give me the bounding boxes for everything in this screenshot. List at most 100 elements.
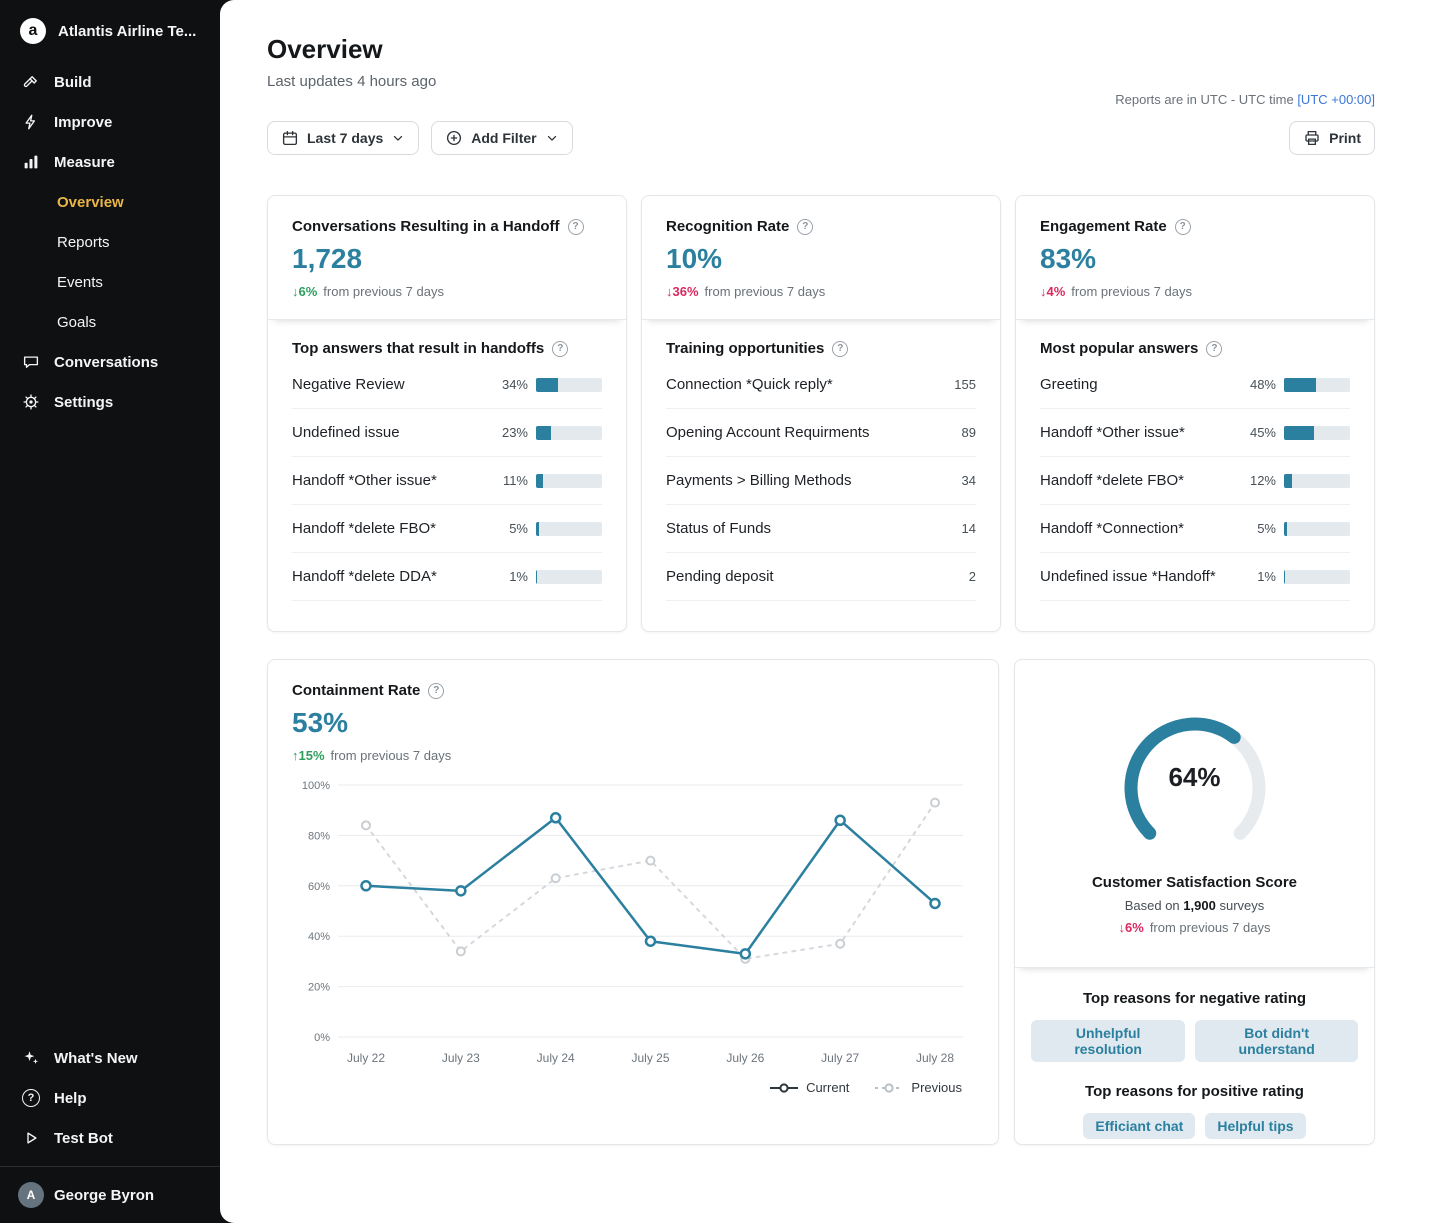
containment-delta: ↑15% — [292, 748, 325, 763]
answer-bar — [1284, 378, 1350, 392]
sidebar-item-label: Reports — [57, 234, 110, 251]
bar-chart-icon — [22, 153, 40, 171]
answer-row: Handoff *delete FBO* 5% — [292, 505, 602, 553]
toolbar: Last 7 days Add Filter Print — [267, 121, 1375, 155]
sidebar-item-reports[interactable]: Reports — [0, 222, 220, 262]
containment-chart-svg: 0%20%40%60%80%100%July 22July 23July 24J… — [292, 773, 976, 1073]
help-icon[interactable] — [797, 219, 813, 235]
training-count: 14 — [962, 521, 976, 536]
sidebar-item-label: Events — [57, 274, 103, 291]
sidebar-item-label: Test Bot — [54, 1130, 113, 1147]
sparkles-icon — [22, 1049, 40, 1067]
answer-bar — [1284, 474, 1350, 488]
sidebar-item-label: Help — [54, 1090, 87, 1107]
legend-current: Current — [770, 1080, 849, 1095]
sidebar-item-measure[interactable]: Measure — [0, 142, 220, 182]
training-row: Payments > Billing Methods 34 — [666, 457, 976, 505]
training-count: 155 — [954, 377, 976, 392]
engagement-card-title: Engagement Rate — [1040, 218, 1167, 235]
training-row: Pending deposit 2 — [666, 553, 976, 601]
answer-bar — [1284, 522, 1350, 536]
sidebar-item-test-bot[interactable]: Test Bot — [0, 1118, 220, 1158]
delta-note: from previous 7 days — [1150, 920, 1271, 935]
user-name: George Byron — [54, 1187, 154, 1204]
training-label: Pending deposit — [666, 568, 961, 585]
training-list: Training opportunities Connection *Quick… — [642, 320, 1000, 631]
answer-label: Handoff *Other issue* — [292, 472, 495, 489]
plus-circle-icon — [445, 129, 463, 147]
legend-previous: Previous — [875, 1080, 962, 1095]
sidebar-item-build[interactable]: Build — [0, 62, 220, 102]
print-button[interactable]: Print — [1289, 121, 1375, 155]
sidebar-item-help[interactable]: Help — [0, 1078, 220, 1118]
training-label: Status of Funds — [666, 520, 954, 537]
legend-label: Previous — [911, 1080, 962, 1095]
reason-tag: Helpful tips — [1205, 1113, 1305, 1139]
last-updated-text: Last updates 4 hours ago — [267, 73, 1375, 90]
sidebar-item-conversations[interactable]: Conversations — [0, 342, 220, 382]
workspace-switcher[interactable]: Atlantis Airline Te... — [0, 12, 220, 62]
sidebar-item-improve[interactable]: Improve — [0, 102, 220, 142]
timezone-link[interactable]: [UTC +00:00] — [1297, 92, 1375, 107]
chart-point[interactable] — [362, 881, 371, 890]
handoff-value: 1,728 — [292, 243, 602, 275]
handoff-card-header: Conversations Resulting in a Handoff 1,7… — [268, 196, 626, 320]
sidebar-item-overview[interactable]: Overview — [0, 182, 220, 222]
answer-bar — [536, 378, 602, 392]
answer-percent: 11% — [503, 473, 528, 488]
sidebar-item-settings[interactable]: Settings — [0, 382, 220, 422]
answer-row: Handoff *Other issue* 11% — [292, 457, 602, 505]
add-filter-button[interactable]: Add Filter — [431, 121, 572, 155]
popular-answers-list: Most popular answers Greeting 48% Handof… — [1016, 320, 1374, 631]
answer-bar — [1284, 570, 1350, 584]
sidebar-item-goals[interactable]: Goals — [0, 302, 220, 342]
print-label: Print — [1329, 130, 1361, 146]
chart-point[interactable] — [551, 813, 560, 822]
help-icon[interactable] — [1175, 219, 1191, 235]
help-icon[interactable] — [552, 341, 568, 357]
engagement-value: 83% — [1040, 243, 1350, 275]
help-icon[interactable] — [428, 683, 444, 699]
svg-text:0%: 0% — [314, 1032, 330, 1044]
answer-label: Undefined issue — [292, 424, 494, 441]
chart-point[interactable] — [456, 886, 465, 895]
training-label: Opening Account Requirments — [666, 424, 954, 441]
answer-row: Negative Review 34% — [292, 361, 602, 409]
answer-row: Handoff *delete DDA* 1% — [292, 553, 602, 601]
help-icon[interactable] — [832, 341, 848, 357]
engagement-delta: ↓4% — [1040, 284, 1065, 299]
chart-legend: Current Previous — [292, 1080, 974, 1095]
answer-label: Handoff *Connection* — [1040, 520, 1249, 537]
csat-delta: ↓6% — [1119, 920, 1144, 935]
chart-point[interactable] — [836, 816, 845, 825]
date-range-button[interactable]: Last 7 days — [267, 121, 419, 155]
answer-row: Handoff *Connection* 5% — [1040, 505, 1350, 553]
sidebar-item-label: Conversations — [54, 354, 158, 371]
reason-tag: Bot didn't understand — [1195, 1020, 1358, 1062]
csat-reasons: Top reasons for negative rating Unhelpfu… — [1015, 968, 1374, 1145]
timezone-note-text: Reports are in UTC - UTC time — [1115, 92, 1293, 107]
answer-percent: 5% — [1257, 521, 1276, 536]
ada-logo-icon — [20, 18, 46, 44]
answer-row: Undefined issue *Handoff* 1% — [1040, 553, 1350, 601]
csat-card: 64% Customer Satisfaction Score Based on… — [1014, 659, 1375, 1145]
help-icon[interactable] — [1206, 341, 1222, 357]
engagement-card: Engagement Rate 83% ↓4% from previous 7 … — [1015, 195, 1375, 632]
help-icon[interactable] — [568, 219, 584, 235]
recognition-card-header: Recognition Rate 10% ↓36% from previous … — [642, 196, 1000, 320]
answer-bar — [536, 570, 602, 584]
sidebar-item-events[interactable]: Events — [0, 262, 220, 302]
account-menu[interactable]: A George Byron — [0, 1166, 220, 1223]
chart-point[interactable] — [931, 899, 940, 908]
popular-answers-title: Most popular answers — [1040, 340, 1198, 357]
chart-point[interactable] — [646, 937, 655, 946]
sidebar-item-whats-new[interactable]: What's New — [0, 1038, 220, 1078]
answer-label: Greeting — [1040, 376, 1242, 393]
sidebar-item-label: Improve — [54, 114, 112, 131]
answer-percent: 1% — [1257, 569, 1276, 584]
training-count: 89 — [962, 425, 976, 440]
answer-percent: 48% — [1250, 377, 1276, 392]
chart-point[interactable] — [741, 949, 750, 958]
containment-title: Containment Rate — [292, 682, 420, 699]
sidebar-item-label: Goals — [57, 314, 96, 331]
